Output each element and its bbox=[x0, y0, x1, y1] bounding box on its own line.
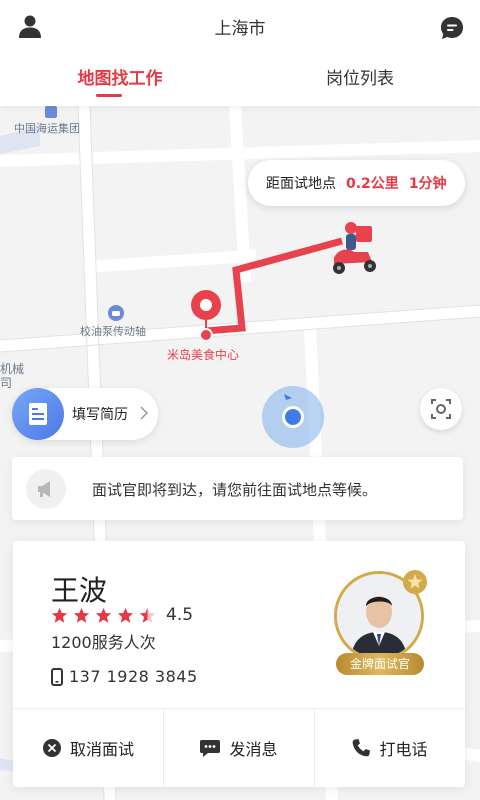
gold-interviewer-badge: 金牌面试官 bbox=[336, 653, 424, 675]
map-label-poi: 校油泵传动轴 bbox=[80, 325, 146, 338]
medal-star-icon bbox=[403, 570, 427, 594]
top-bar: 上海市 bbox=[0, 0, 480, 52]
locate-target-icon bbox=[431, 399, 451, 419]
eta-value: 1分钟 bbox=[408, 176, 447, 192]
fill-resume-button[interactable]: 填写简历 bbox=[12, 388, 158, 440]
resume-icon bbox=[12, 388, 64, 440]
city-title[interactable]: 上海市 bbox=[0, 14, 480, 39]
poi-icon bbox=[45, 106, 57, 118]
chat-bubble-icon[interactable] bbox=[440, 16, 464, 40]
tab-bar: 地图找工作 岗位列表 bbox=[0, 52, 480, 106]
rating-stars: 4.5 bbox=[51, 605, 193, 625]
cancel-interview-label: 取消面试 bbox=[69, 740, 134, 759]
phone-icon bbox=[353, 739, 371, 757]
tab-job-list[interactable]: 岗位列表 bbox=[240, 64, 480, 89]
car-poi-icon bbox=[108, 305, 124, 321]
interviewer-name: 王波 bbox=[51, 574, 108, 607]
mobile-phone-icon bbox=[51, 667, 63, 686]
scooter-rider-icon bbox=[333, 222, 376, 274]
cancel-icon bbox=[42, 739, 61, 757]
current-location-marker bbox=[262, 386, 324, 448]
map-label-poi: 司 bbox=[0, 376, 13, 390]
service-count: 1200服务人次 bbox=[51, 633, 156, 652]
map-label-poi: 中国海运集团 bbox=[14, 122, 80, 135]
message-icon bbox=[200, 740, 221, 757]
distance-info-bubble: 距面试地点 0.2公里 1分钟 bbox=[248, 160, 465, 206]
send-message-label: 发消息 bbox=[229, 740, 278, 759]
tab-map-jobs[interactable]: 地图找工作 bbox=[0, 64, 240, 89]
fill-resume-label: 填写简历 bbox=[72, 407, 128, 423]
active-tab-indicator bbox=[96, 94, 122, 97]
distance-value: 0.2公里 bbox=[346, 176, 399, 192]
direction-arrow-icon bbox=[284, 394, 292, 400]
star-icon bbox=[51, 607, 68, 623]
star-icon bbox=[95, 607, 112, 623]
destination-pin-icon bbox=[191, 290, 221, 342]
call-button[interactable]: 打电话 bbox=[314, 709, 464, 787]
interviewer-avatar-group: 金牌面试官 bbox=[334, 570, 427, 681]
megaphone-icon bbox=[26, 469, 66, 509]
phone-number: 137 1928 3845 bbox=[69, 667, 198, 686]
rating-value: 4.5 bbox=[166, 605, 194, 625]
distance-label: 距面试地点 bbox=[266, 176, 336, 192]
notice-text: 面试官即将到达，请您前往面试地点等候。 bbox=[92, 481, 378, 499]
notice-banner: 面试官即将到达，请您前往面试地点等候。 bbox=[12, 457, 463, 520]
interviewer-card: 王波 4.5 1200服务人次 137 1928 3845 金牌面试官 取消面试… bbox=[13, 541, 465, 787]
send-message-button[interactable]: 发消息 bbox=[163, 709, 313, 787]
destination-label: 米岛美食中心 bbox=[167, 348, 240, 362]
star-icon bbox=[73, 607, 90, 623]
locate-button[interactable] bbox=[420, 388, 462, 430]
star-icon bbox=[117, 607, 134, 623]
chevron-right-icon bbox=[140, 406, 149, 423]
cancel-interview-button[interactable]: 取消面试 bbox=[13, 709, 163, 787]
call-label: 打电话 bbox=[379, 740, 428, 759]
phone-row: 137 1928 3845 bbox=[51, 667, 198, 686]
half-star-icon bbox=[139, 607, 156, 623]
